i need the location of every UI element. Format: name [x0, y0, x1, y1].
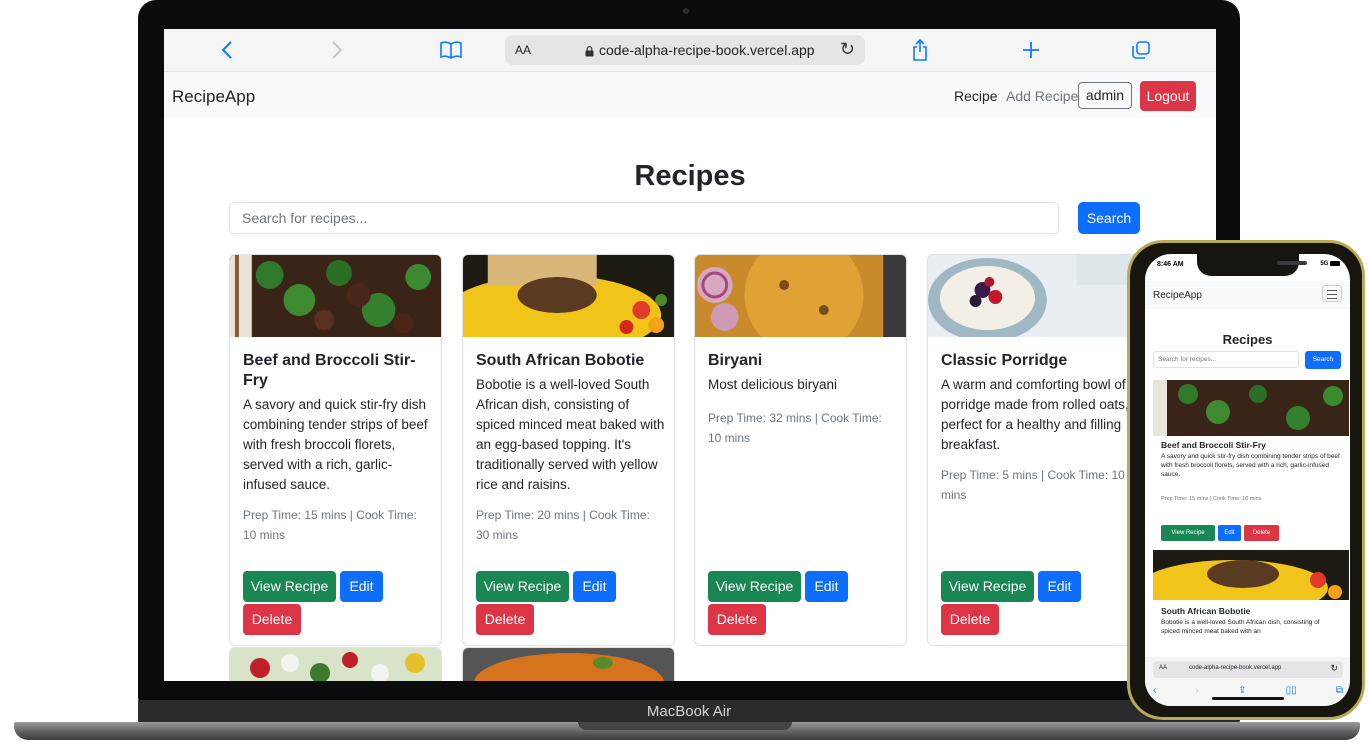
phone-recipe-image-beef-broccoli [1153, 380, 1349, 436]
view-recipe-button[interactable]: View Recipe [243, 571, 336, 602]
recipe-image-jollof [463, 648, 674, 681]
browser-toolbar: AA code-alpha-recipe-book.vercel.app ↻ [164, 29, 1216, 72]
phone-tabs-icon[interactable]: ⧉ [1336, 685, 1343, 696]
battery-icon [1330, 261, 1340, 266]
phone-recipe-description: A savory and quick stir-fry dish combini… [1161, 453, 1340, 478]
phone-page-title: Recipes [1222, 332, 1273, 347]
recipe-image-beef-broccoli [230, 255, 441, 337]
phone-browser-icons: ‹ › ⇪ ▯▯ ⧉ [1153, 685, 1343, 696]
recipe-card: South African Bobotie Bobotie is a well-… [462, 254, 675, 646]
edit-button[interactable]: Edit [1038, 571, 1081, 602]
bookmarks-icon[interactable] [438, 37, 464, 63]
phone-brand-link[interactable]: RecipeApp [1153, 290, 1202, 301]
lock-icon [585, 44, 594, 62]
phone-text-size-button[interactable]: AA [1159, 665, 1167, 671]
laptop-screen: AA code-alpha-recipe-book.vercel.app ↻ R… [164, 29, 1216, 681]
menu-toggle-icon[interactable] [1322, 285, 1342, 302]
recipe-title: Beef and Broccoli Stir-Fry [243, 352, 416, 389]
delete-button[interactable]: Delete [708, 604, 766, 635]
phone-reload-icon[interactable]: ↻ [1330, 663, 1338, 674]
recipe-image-porridge [928, 255, 1139, 337]
phone-recipe-image-bobotie [1153, 550, 1349, 600]
camera-icon [683, 8, 689, 14]
phone-recipe-times: Prep Time: 15 mins | Cook Time: 10 mins [1161, 496, 1262, 502]
recipe-image-bobotie [463, 255, 674, 337]
address-bar[interactable]: AA code-alpha-recipe-book.vercel.app ↻ [505, 35, 865, 65]
brand-link[interactable]: RecipeApp [172, 87, 255, 107]
phone-url-text: code-alpha-recipe-book.vercel.app [1189, 665, 1282, 671]
delete-button[interactable]: Delete [941, 604, 999, 635]
recipe-card: Beef and Broccoli Stir-Fry A savory and … [229, 254, 442, 646]
phone-delete-button[interactable]: Delete [1244, 525, 1279, 541]
home-indicator [1212, 697, 1284, 700]
phone-notch [1197, 254, 1307, 276]
laptop-hinge [578, 722, 792, 730]
recipe-card-partial [462, 647, 675, 681]
phone-forward-icon[interactable]: › [1196, 685, 1199, 696]
phone-search-button[interactable]: Search [1305, 351, 1341, 369]
view-recipe-button[interactable]: View Recipe [476, 571, 569, 602]
recipe-card: Biryani Most delicious biryani Prep Time… [694, 254, 907, 646]
phone-search-input[interactable]: Search for recipes... [1153, 351, 1299, 368]
phone-bookmarks-icon[interactable]: ▯▯ [1286, 685, 1297, 696]
phone-recipe-description: Bobotie is a well-loved South African di… [1161, 619, 1320, 635]
phone-recipe-title: Beef and Broccoli Stir-Fry [1161, 440, 1266, 450]
recipe-times: Prep Time: 5 mins | Cook Time: 10 mins [941, 468, 1125, 502]
recipe-description: A savory and quick stir-fry dish combini… [243, 397, 428, 492]
recipe-title: Classic Porridge [941, 352, 1068, 369]
recipe-title: South African Bobotie [476, 352, 645, 369]
status-time: 8:46 AM [1157, 261, 1184, 268]
recipe-card: Classic Porridge A warm and comforting b… [927, 254, 1140, 646]
search-input[interactable] [229, 202, 1059, 234]
phone-address-bar[interactable]: AA code-alpha-recipe-book.vercel.app ↻ [1153, 661, 1343, 678]
share-icon[interactable] [907, 37, 933, 63]
recipe-description: Most delicious biryani [708, 377, 838, 392]
view-recipe-button[interactable]: View Recipe [941, 571, 1034, 602]
reload-icon[interactable]: ↻ [840, 39, 855, 60]
phone-back-icon[interactable]: ‹ [1153, 685, 1156, 696]
delete-button[interactable]: Delete [476, 604, 534, 635]
phone-share-icon[interactable]: ⇪ [1238, 685, 1246, 696]
edit-button[interactable]: Edit [573, 571, 616, 602]
text-size-button[interactable]: AA [515, 43, 531, 57]
phone-view-recipe-button[interactable]: View Recipe [1161, 525, 1215, 541]
recipe-times: Prep Time: 32 mins | Cook Time: 10 mins [708, 411, 882, 445]
status-signal: 5G [1320, 261, 1340, 267]
recipe-image-salad [230, 648, 441, 681]
search-button[interactable]: Search [1078, 202, 1140, 234]
back-icon[interactable] [214, 37, 240, 63]
recipe-description: A warm and comforting bowl of porridge m… [941, 377, 1129, 452]
phone-recipe-title: South African Bobotie [1161, 606, 1251, 616]
logout-button[interactable]: Logout [1140, 81, 1196, 111]
page-title: Recipes [634, 160, 746, 192]
recipe-title: Biryani [708, 352, 763, 369]
recipe-description: Bobotie is a well-loved South African di… [476, 377, 665, 492]
recipe-times: Prep Time: 15 mins | Cook Time: 10 mins [243, 508, 417, 542]
url-text: code-alpha-recipe-book.vercel.app [599, 42, 815, 58]
new-tab-icon[interactable] [1018, 37, 1044, 63]
edit-button[interactable]: Edit [340, 571, 383, 602]
nav-link-recipe[interactable]: Recipe [954, 88, 998, 104]
delete-button[interactable]: Delete [243, 604, 301, 635]
edit-button[interactable]: Edit [805, 571, 848, 602]
view-recipe-button[interactable]: View Recipe [708, 571, 801, 602]
recipe-times: Prep Time: 20 mins | Cook Time: 30 mins [476, 508, 650, 542]
phone-screen: 8:46 AM 5G RecipeApp Recipes Search for … [1145, 254, 1350, 706]
phone-edit-button[interactable]: Edit [1218, 525, 1241, 541]
phone-frame: 8:46 AM 5G RecipeApp Recipes Search for … [1127, 240, 1365, 720]
nav-link-add-recipe[interactable]: Add Recipe [1006, 88, 1078, 104]
laptop-label: MacBook Air [138, 700, 1240, 724]
tabs-icon[interactable] [1128, 37, 1154, 63]
forward-icon[interactable] [324, 37, 350, 63]
recipe-card-partial [229, 647, 442, 681]
signal-label: 5G [1320, 261, 1329, 268]
user-badge[interactable]: admin [1078, 82, 1132, 109]
recipe-image-biryani [695, 255, 906, 337]
